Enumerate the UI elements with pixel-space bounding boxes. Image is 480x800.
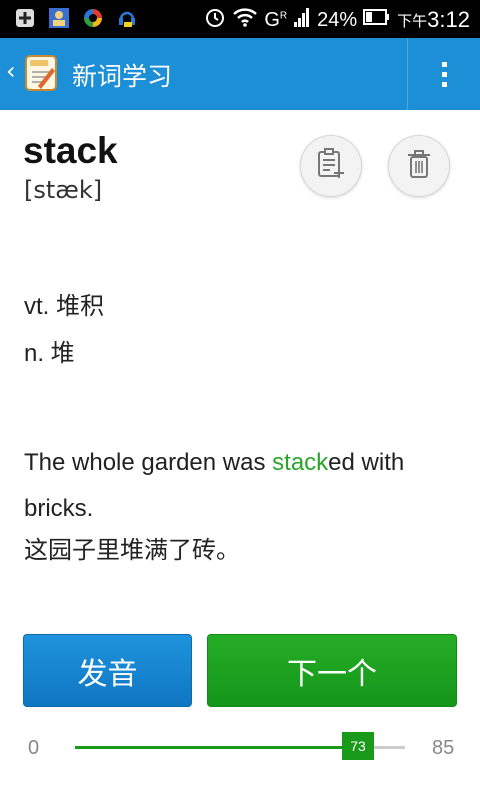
- add-to-wordbook-button[interactable]: [300, 135, 362, 197]
- progress-thumb[interactable]: 73: [342, 732, 374, 760]
- overflow-dot: [441, 81, 447, 87]
- page-title: 新词学习: [72, 62, 173, 91]
- roaming-label: R: [279, 9, 288, 21]
- progress-fill: [75, 746, 358, 749]
- notification-icons: [14, 7, 138, 29]
- headword: stack: [23, 130, 118, 171]
- clock-time: 3:12: [427, 7, 470, 32]
- progress-max: 85: [432, 737, 455, 759]
- wifi-icon: [232, 6, 258, 34]
- overflow-menu-button[interactable]: [408, 38, 480, 110]
- example-highlight: stack: [272, 449, 329, 476]
- plus-notification-icon: [14, 7, 36, 29]
- status-indicators: GR 24% 下午 3:12: [204, 6, 470, 34]
- contact-card-icon: [48, 7, 70, 29]
- phonetic: [stæk]: [24, 176, 103, 204]
- delete-word-button[interactable]: [388, 135, 450, 197]
- overflow-dot: [441, 61, 447, 67]
- example-sentence: The whole garden was stacked with bricks…: [24, 440, 464, 532]
- progress-slider[interactable]: 73: [75, 732, 405, 760]
- clock-ampm: 下午: [397, 12, 428, 30]
- signal-icon: [293, 6, 311, 34]
- tts-app-icon: [116, 7, 138, 29]
- sync-app-icon: [82, 7, 104, 29]
- alarm-icon: [204, 6, 226, 34]
- app-bar: ‹ 新词学习: [0, 38, 480, 110]
- trash-icon: [406, 149, 432, 183]
- add-to-wordbook-icon: [316, 148, 346, 184]
- up-navigation[interactable]: ‹ 新词学习: [0, 38, 190, 110]
- progress-min: 0: [28, 737, 40, 759]
- network-type: GR: [264, 9, 287, 32]
- example-prefix: The whole garden was: [24, 449, 273, 476]
- network-type-label: G: [264, 8, 280, 31]
- definition-line: vt. 堆积: [24, 293, 105, 320]
- next-word-button[interactable]: 下一个: [207, 634, 457, 707]
- back-chevron-icon: ‹: [6, 57, 16, 85]
- definition-line: n. 堆: [24, 340, 75, 367]
- battery-percent: 24%: [317, 8, 358, 31]
- overflow-dot: [441, 71, 447, 77]
- status-bar: GR 24% 下午 3:12: [0, 0, 480, 38]
- app-logo-icon: [24, 54, 58, 92]
- example-translation: 这园子里堆满了砖。: [24, 536, 240, 564]
- battery-icon: [363, 8, 391, 32]
- pronounce-button[interactable]: 发音: [23, 634, 192, 707]
